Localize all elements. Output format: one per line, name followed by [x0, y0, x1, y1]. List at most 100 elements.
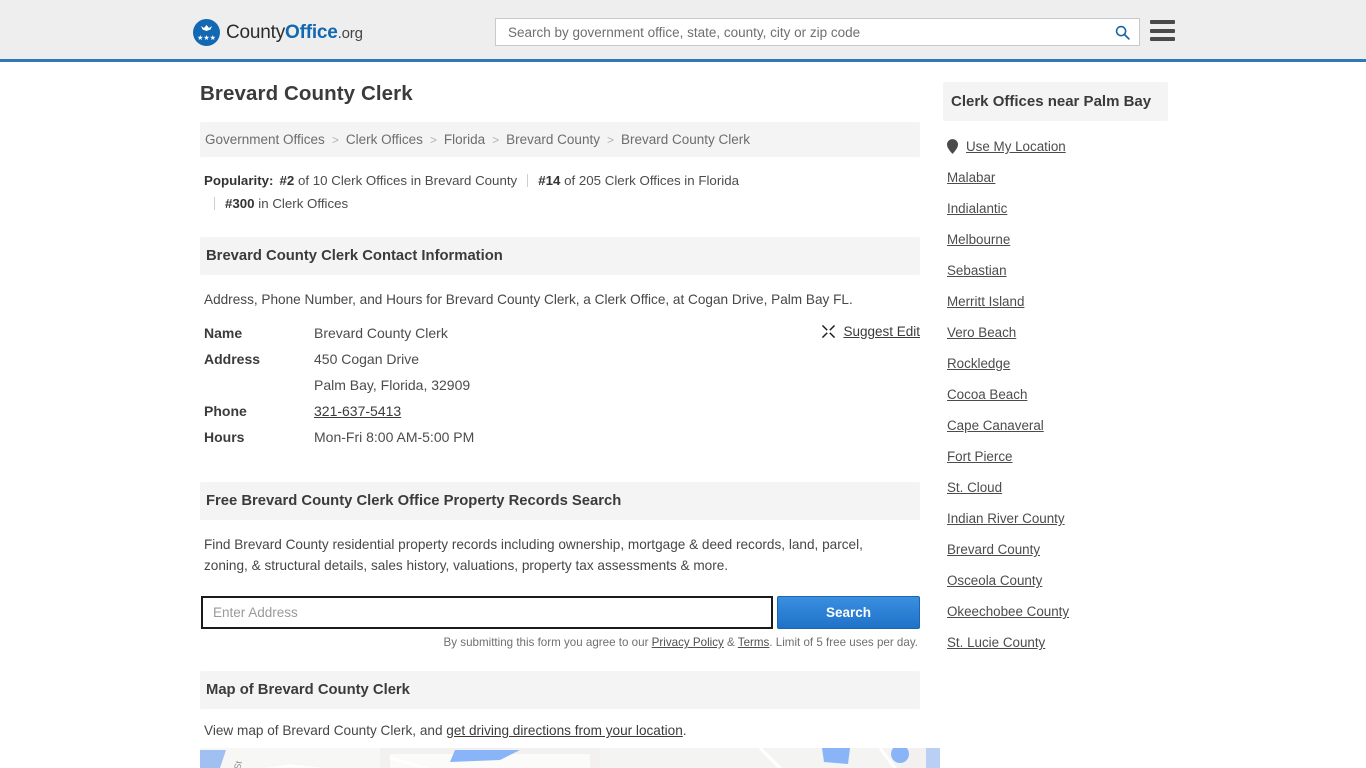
sidebar-link[interactable]: Brevard County: [947, 542, 1040, 557]
global-search-box[interactable]: [495, 18, 1140, 46]
popularity-item-county: #2 of 10 Clerk Offices in Brevard County: [279, 173, 517, 188]
contact-value-hours: Mon-Fri 8:00 AM-5:00 PM: [314, 429, 475, 445]
map-section-description: View map of Brevard County Clerk, and ge…: [200, 709, 920, 748]
sidebar-link[interactable]: Melbourne: [947, 232, 1010, 247]
sidebar-link[interactable]: Okeechobee County: [947, 604, 1069, 619]
suggest-edit-button[interactable]: Suggest Edit: [821, 324, 920, 339]
sidebar-item-st-cloud[interactable]: St. Cloud: [943, 472, 1173, 503]
sidebar-item-merritt-island[interactable]: Merritt Island: [943, 286, 1173, 317]
sidebar-item-use-my-location[interactable]: Use My Location: [943, 131, 1173, 162]
contact-value-name: Brevard County Clerk: [314, 325, 448, 341]
sidebar-links: Use My Location Malabar Indialantic Melb…: [943, 121, 1173, 658]
popularity-text: in Clerk Offices: [254, 196, 349, 211]
contact-value-street: 450 Cogan Drive: [314, 351, 420, 367]
popularity-text: of 205 Clerk Offices in Florida: [560, 173, 739, 188]
site-logo[interactable]: ★★★ CountyOffice.org: [193, 19, 363, 46]
popularity-item-state: #14 of 205 Clerk Offices in Florida: [538, 173, 739, 188]
contact-row-city: Palm Bay, Florida, 32909: [200, 372, 920, 398]
sidebar-item-okeechobee-county[interactable]: Okeechobee County: [943, 596, 1173, 627]
breadcrumb-separator-icon: >: [429, 132, 437, 147]
contact-details: Suggest Edit Name Brevard County Clerk A…: [200, 316, 920, 450]
search-input[interactable]: [506, 23, 1114, 41]
popularity-item-national: #300 in Clerk Offices: [225, 196, 348, 211]
terms-link[interactable]: Terms: [738, 636, 770, 649]
contact-row-phone: Phone 321-637-5413: [200, 398, 920, 424]
sidebar-item-osceola-county[interactable]: Osceola County: [943, 565, 1173, 596]
sidebar-link[interactable]: St. Lucie County: [947, 635, 1045, 650]
sidebar-link[interactable]: Osceola County: [947, 573, 1042, 588]
logo-text: CountyOffice.org: [226, 22, 363, 44]
popularity-rank: #2: [279, 173, 295, 188]
sidebar-item-cocoa-beach[interactable]: Cocoa Beach: [943, 379, 1173, 410]
breadcrumb-item-government-offices[interactable]: Government Offices: [205, 132, 325, 147]
contact-value-phone[interactable]: 321-637-5413: [314, 403, 401, 419]
sidebar-item-fort-pierce[interactable]: Fort Pierce: [943, 441, 1173, 472]
use-my-location-link[interactable]: Use My Location: [966, 139, 1066, 154]
map-preview[interactable]: BAKERS Beantry St: [200, 748, 940, 768]
edit-suggest-icon: [822, 325, 836, 338]
breadcrumb-item-brevard-county[interactable]: Brevard County: [506, 132, 600, 147]
eagle-seal-icon: ★★★: [193, 19, 220, 46]
contact-row-address: Address 450 Cogan Drive: [200, 346, 920, 372]
sidebar-link[interactable]: Sebastian: [947, 263, 1007, 278]
sidebar-item-indian-river-county[interactable]: Indian River County: [943, 503, 1173, 534]
sidebar-link[interactable]: Indialantic: [947, 201, 1007, 216]
sidebar-item-indialantic[interactable]: Indialantic: [943, 193, 1173, 224]
map-description-before: View map of Brevard County Clerk, and: [204, 723, 447, 738]
logo-prefix: County: [226, 21, 286, 43]
sidebar-item-cape-canaveral[interactable]: Cape Canaveral: [943, 410, 1173, 441]
sidebar-item-vero-beach[interactable]: Vero Beach: [943, 317, 1173, 348]
map-section-heading: Map of Brevard County Clerk: [200, 671, 920, 709]
sidebar-link[interactable]: St. Cloud: [947, 480, 1002, 495]
sidebar-link[interactable]: Cape Canaveral: [947, 418, 1044, 433]
map-graphic: BAKERS Beantry St: [200, 748, 940, 768]
contact-key: Address: [204, 351, 261, 367]
logo-highlight: Office: [285, 21, 338, 43]
sidebar-item-rockledge[interactable]: Rockledge: [943, 348, 1173, 379]
sidebar-item-malabar[interactable]: Malabar: [943, 162, 1173, 193]
property-search-button[interactable]: Search: [777, 596, 920, 629]
map-pin-icon: [947, 139, 958, 154]
popularity-divider: [214, 197, 215, 210]
disclaimer-text-before: By submitting this form you agree to our: [443, 636, 652, 649]
sidebar-link[interactable]: Fort Pierce: [947, 449, 1012, 464]
sidebar-link[interactable]: Indian River County: [947, 511, 1065, 526]
privacy-policy-link[interactable]: Privacy Policy: [652, 636, 724, 649]
property-search-form: Search: [200, 596, 920, 629]
driving-directions-link[interactable]: get driving directions from your locatio…: [446, 723, 683, 738]
contact-row-hours: Hours Mon-Fri 8:00 AM-5:00 PM: [200, 424, 920, 450]
hamburger-menu-icon[interactable]: [1150, 20, 1175, 41]
sidebar-item-melbourne[interactable]: Melbourne: [943, 224, 1173, 255]
contact-key: Hours: [204, 429, 245, 445]
logo-suffix: .org: [337, 24, 363, 42]
breadcrumb-separator-icon: >: [492, 132, 500, 147]
hamburger-bar: [1150, 28, 1175, 33]
popularity-text: of 10 Clerk Offices in Brevard County: [294, 173, 518, 188]
search-icon[interactable]: [1114, 24, 1131, 41]
suggest-edit-label: Suggest Edit: [843, 324, 920, 339]
sidebar-link[interactable]: Malabar: [947, 170, 995, 185]
main-content: Brevard County Clerk Government Offices …: [200, 82, 940, 768]
breadcrumb-separator-icon: >: [606, 132, 614, 147]
seal-stars: ★★★: [197, 35, 216, 42]
contact-section-description: Address, Phone Number, and Hours for Bre…: [204, 292, 853, 307]
sidebar-item-sebastian[interactable]: Sebastian: [943, 255, 1173, 286]
contact-value-city: Palm Bay, Florida, 32909: [314, 377, 471, 393]
popularity-label: Popularity:: [204, 173, 274, 188]
sidebar-item-st-lucie-county[interactable]: St. Lucie County: [943, 627, 1173, 658]
sidebar-link[interactable]: Vero Beach: [947, 325, 1016, 340]
disclaimer-amp: &: [723, 636, 738, 649]
breadcrumb-item-florida[interactable]: Florida: [444, 132, 485, 147]
form-disclaimer: By submitting this form you agree to our…: [200, 629, 920, 649]
map-description-after: .: [682, 723, 687, 738]
breadcrumb-item-clerk-offices[interactable]: Clerk Offices: [346, 132, 423, 147]
records-section-description: Find Brevard County residential property…: [204, 537, 863, 573]
breadcrumb: Government Offices > Clerk Offices > Flo…: [200, 122, 920, 157]
page-title: Brevard County Clerk: [200, 82, 413, 105]
breadcrumb-item-brevard-county-clerk[interactable]: Brevard County Clerk: [621, 132, 750, 147]
address-input[interactable]: [201, 596, 773, 629]
sidebar-link[interactable]: Merritt Island: [947, 294, 1024, 309]
sidebar-link[interactable]: Cocoa Beach: [947, 387, 1027, 402]
sidebar-link[interactable]: Rockledge: [947, 356, 1010, 371]
sidebar-item-brevard-county[interactable]: Brevard County: [943, 534, 1173, 565]
